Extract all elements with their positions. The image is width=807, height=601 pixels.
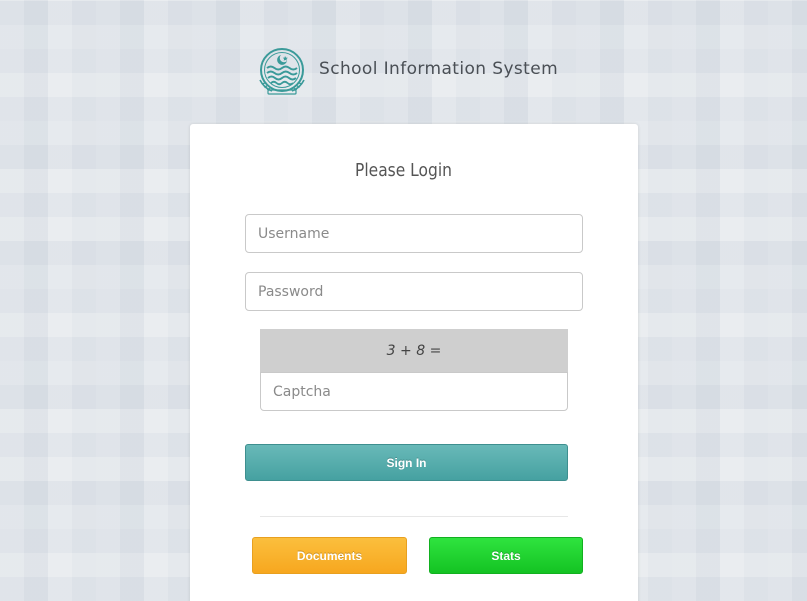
documents-button[interactable]: Documents [252, 537, 407, 574]
app-title: School Information System [319, 59, 559, 79]
captcha-question: 3 + 8 = [260, 329, 568, 372]
stats-button[interactable]: Stats [429, 537, 583, 574]
sign-in-button[interactable]: Sign In [245, 444, 568, 481]
username-input[interactable] [245, 214, 583, 253]
brand-header: School Information System [254, 46, 558, 96]
punjab-emblem-icon [259, 48, 305, 95]
divider [260, 516, 568, 517]
password-input[interactable] [245, 272, 583, 311]
captcha-input[interactable] [260, 372, 568, 411]
login-heading: Please Login [355, 160, 452, 181]
